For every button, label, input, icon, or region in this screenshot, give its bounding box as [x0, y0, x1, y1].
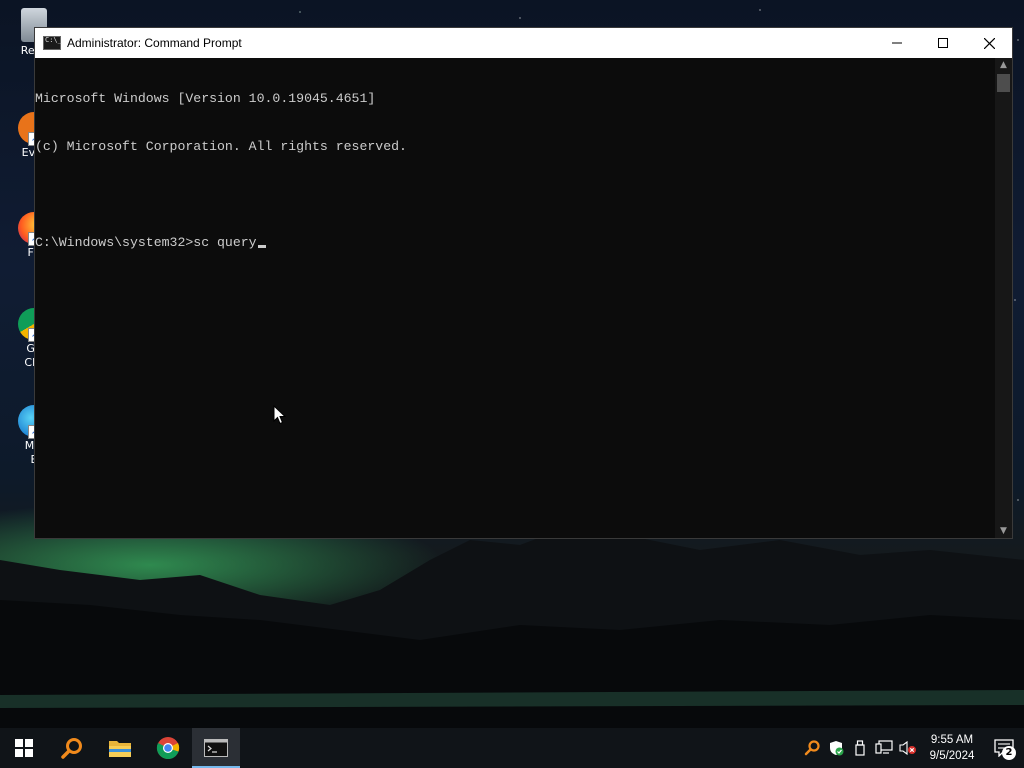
volume-muted-icon [899, 740, 916, 756]
console-line: (c) Microsoft Corporation. All rights re… [35, 139, 407, 154]
maximize-button[interactable] [920, 28, 966, 58]
taskbar-chrome[interactable] [144, 728, 192, 768]
system-tray: 9:55 AM 9/5/2024 2 [800, 728, 1024, 768]
console-prompt: C:\Windows\system32> [35, 235, 194, 250]
clock-date: 9/5/2024 [929, 750, 975, 762]
network-icon [875, 740, 893, 754]
window-titlebar[interactable]: Administrator: Command Prompt [35, 28, 1012, 58]
action-center-button[interactable]: 2 [984, 728, 1024, 768]
taskbar-command-prompt[interactable] [192, 728, 240, 768]
clock-time: 9:55 AM [930, 734, 974, 746]
scrollbar-thumb[interactable] [997, 74, 1010, 92]
notification-count-badge: 2 [1002, 746, 1016, 760]
console-output[interactable]: Microsoft Windows [Version 10.0.19045.46… [35, 58, 995, 538]
tray-network[interactable] [872, 728, 896, 768]
text-cursor [257, 245, 266, 248]
windows-logo-icon [15, 739, 33, 757]
command-prompt-icon [204, 739, 228, 757]
scroll-up-icon[interactable]: ▲ [995, 58, 1012, 72]
console-input-line[interactable]: C:\Windows\system32>sc query [35, 235, 995, 251]
taskbar: 9:55 AM 9/5/2024 2 [0, 728, 1024, 768]
maximize-icon [938, 38, 948, 48]
start-button[interactable] [0, 728, 48, 768]
command-prompt-window[interactable]: Administrator: Command Prompt Microsoft … [34, 27, 1013, 539]
tray-usb[interactable] [848, 728, 872, 768]
usb-icon [855, 740, 865, 756]
close-button[interactable] [966, 28, 1012, 58]
scroll-down-icon[interactable]: ▼ [995, 524, 1012, 538]
wallpaper-mountains [0, 530, 1024, 730]
console-typed-command: sc query [193, 235, 257, 250]
search-icon [61, 738, 82, 759]
minimize-button[interactable] [874, 28, 920, 58]
taskbar-clock[interactable]: 9:55 AM 9/5/2024 [920, 732, 984, 764]
tray-windows-security[interactable] [824, 728, 848, 768]
close-icon [983, 37, 995, 49]
mouse-pointer-icon [273, 405, 287, 425]
chrome-icon [156, 737, 180, 760]
console-line: Microsoft Windows [Version 10.0.19045.46… [35, 91, 376, 106]
search-tool-icon [804, 740, 820, 756]
tray-search-tool[interactable] [800, 728, 824, 768]
tray-volume[interactable] [896, 728, 920, 768]
vertical-scrollbar[interactable]: ▲ ▼ [995, 58, 1012, 538]
window-title: Administrator: Command Prompt [67, 36, 242, 50]
windows-security-icon [830, 741, 844, 756]
file-explorer-icon [109, 741, 131, 757]
minimize-icon [892, 42, 902, 44]
taskbar-search-app[interactable] [48, 728, 96, 768]
command-prompt-icon [43, 36, 62, 50]
taskbar-file-explorer[interactable] [96, 728, 144, 768]
